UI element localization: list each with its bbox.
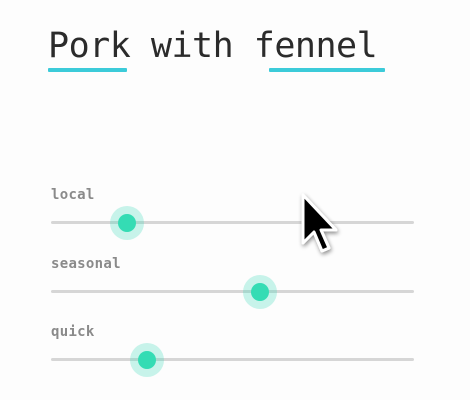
slider-thumb-local[interactable]	[110, 206, 145, 240]
slider-track-local[interactable]	[51, 221, 414, 224]
slider-thumb-seasonal[interactable]	[242, 275, 277, 309]
slider-track-seasonal[interactable]	[51, 290, 414, 293]
title-word-with: with	[150, 26, 234, 66]
page-title: Pork with fennel	[48, 24, 378, 68]
slider-label-seasonal: seasonal	[51, 256, 121, 272]
fennel-underline	[269, 68, 385, 72]
slider-thumb-quick[interactable]	[130, 343, 165, 377]
pork-underline	[48, 68, 127, 72]
title-word-pork[interactable]: Pork	[48, 24, 131, 68]
slider-thumb-core	[138, 351, 157, 369]
slider-thumb-core	[118, 214, 137, 232]
slider-label-quick: quick	[51, 324, 95, 340]
slider-track-quick[interactable]	[51, 358, 414, 361]
title-word-fennel[interactable]: fennel	[254, 24, 378, 68]
slider-label-local: local	[51, 187, 95, 203]
arrow-cursor-icon	[301, 193, 338, 253]
slider-thumb-core	[250, 283, 269, 301]
